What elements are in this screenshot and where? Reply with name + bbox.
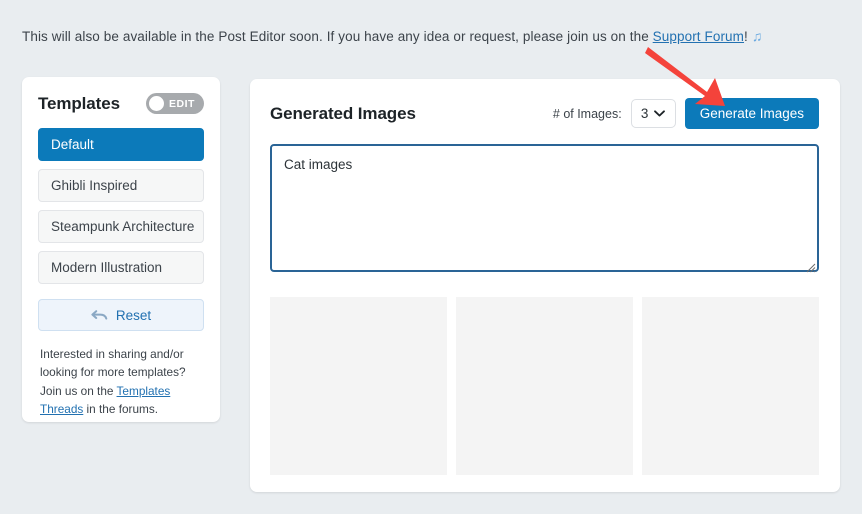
footer-text-after: in the forums.: [83, 401, 159, 416]
image-placeholder[interactable]: [642, 297, 819, 475]
template-item-label: Ghibli Inspired: [51, 178, 138, 193]
generate-images-button[interactable]: Generate Images: [684, 98, 819, 129]
edit-toggle-label: EDIT: [169, 97, 195, 110]
music-note-icon: ♫: [751, 28, 763, 44]
edit-toggle[interactable]: EDIT: [146, 93, 204, 114]
support-forum-link[interactable]: Support Forum: [653, 29, 744, 44]
header-controls: # of Images: 3 Generate Images: [553, 98, 819, 129]
prompt-area: [250, 129, 840, 277]
generated-images-header: Generated Images # of Images: 3 Generate…: [250, 79, 840, 129]
template-item-default[interactable]: Default: [38, 128, 204, 161]
templates-title: Templates: [38, 93, 120, 113]
templates-panel: Templates EDIT Default Ghibli Inspired S…: [22, 77, 220, 422]
prompt-input[interactable]: [270, 144, 819, 272]
image-placeholder[interactable]: [456, 297, 633, 475]
edit-toggle-knob: [149, 96, 164, 111]
template-item-label: Default: [51, 137, 94, 152]
template-item-label: Modern Illustration: [51, 260, 163, 275]
templates-footer-note: Interested in sharing and/or looking for…: [22, 331, 220, 418]
template-item-ghibli-inspired[interactable]: Ghibli Inspired: [38, 169, 204, 202]
generated-images-panel: Generated Images # of Images: 3 Generate…: [250, 79, 840, 492]
chevron-down-icon: [654, 110, 666, 117]
image-count-label: # of Images:: [552, 106, 622, 121]
templates-list: Default Ghibli Inspired Steampunk Archit…: [22, 114, 220, 284]
info-notice: This will also be available in the Post …: [22, 28, 762, 44]
reset-button[interactable]: Reset: [38, 299, 204, 331]
image-count-select[interactable]: 3: [630, 99, 676, 128]
reset-button-label: Reset: [115, 307, 152, 323]
image-count-value: 3: [640, 106, 649, 121]
template-item-steampunk-architecture[interactable]: Steampunk Architecture: [38, 210, 204, 243]
page-title: Generated Images: [270, 103, 416, 123]
undo-icon: [91, 309, 108, 320]
reset-row: Reset: [22, 284, 220, 331]
image-placeholder[interactable]: [270, 297, 447, 475]
results-grid: [250, 277, 840, 475]
template-item-modern-illustration[interactable]: Modern Illustration: [38, 251, 204, 284]
templates-panel-header: Templates EDIT: [22, 77, 220, 114]
notice-text-before: This will also be available in the Post …: [22, 29, 653, 44]
notice-text-after: !: [744, 29, 748, 44]
plugin-screen: This will also be available in the Post …: [0, 0, 862, 514]
template-item-label: Steampunk Architecture: [51, 219, 195, 234]
